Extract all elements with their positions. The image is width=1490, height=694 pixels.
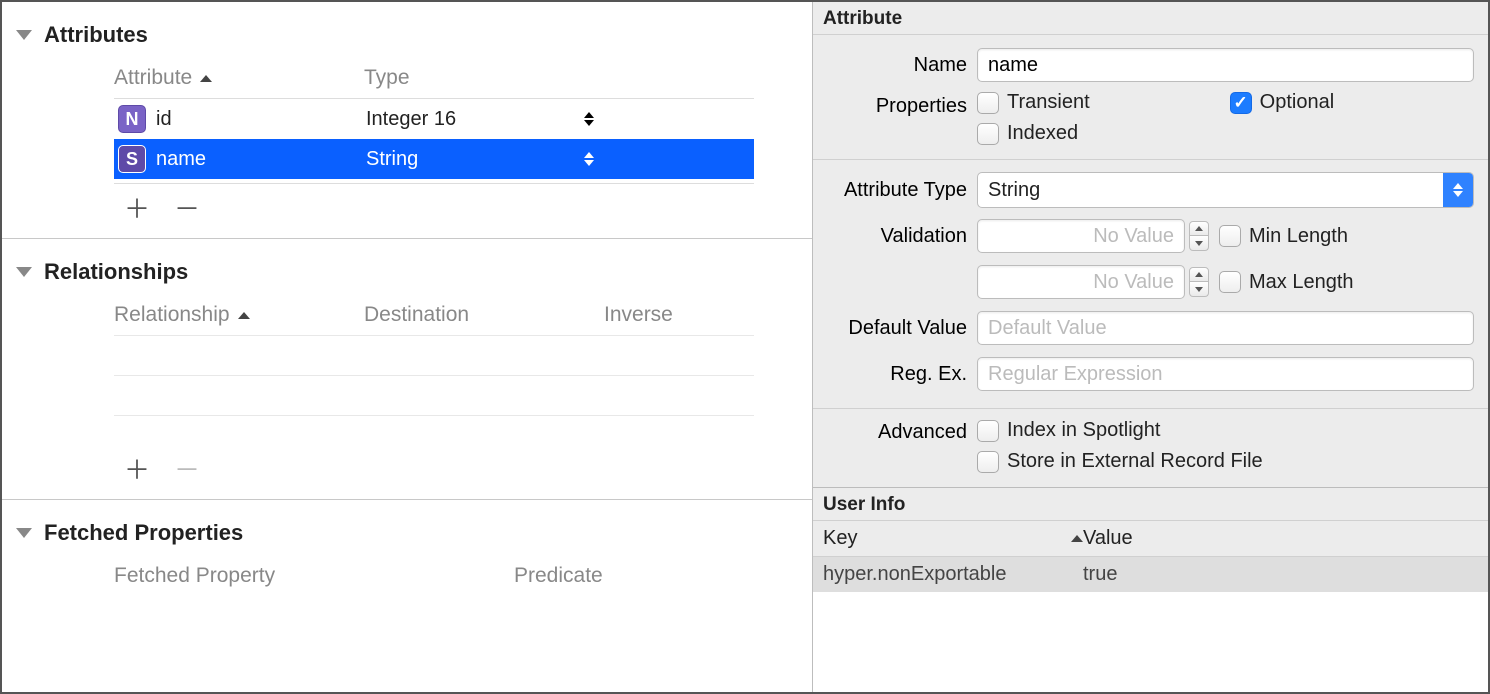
max-length-field[interactable] xyxy=(977,265,1185,299)
store-external-checkbox[interactable]: Store in External Record File xyxy=(977,450,1263,473)
left-panel: Attributes Attribute Type N id Integer xyxy=(2,2,812,692)
max-length-stepper[interactable] xyxy=(1189,267,1209,297)
attributes-col-attribute[interactable]: Attribute xyxy=(114,66,364,90)
min-length-checkbox[interactable]: Min Length xyxy=(1219,225,1348,248)
disclosure-down-icon xyxy=(16,267,32,277)
attributes-header[interactable]: Attributes xyxy=(2,2,812,54)
regex-label: Reg. Ex. xyxy=(823,363,977,386)
attribute-name: id xyxy=(156,108,172,131)
attribute-type-select[interactable]: String xyxy=(977,172,1474,208)
properties-label: Properties xyxy=(823,91,977,118)
optional-checkbox[interactable]: Optional xyxy=(1230,91,1335,114)
relationships-col-inverse[interactable]: Inverse xyxy=(604,303,754,327)
disclosure-down-icon xyxy=(16,30,32,40)
relationships-header[interactable]: Relationships xyxy=(2,239,812,291)
attributes-section: Attributes Attribute Type N id Integer xyxy=(2,2,812,239)
attribute-type-label: Attribute Type xyxy=(823,179,977,202)
default-value-field[interactable] xyxy=(977,311,1474,345)
fetched-col-predicate[interactable]: Predicate xyxy=(514,564,754,588)
userinfo-title: User Info xyxy=(813,488,1488,521)
userinfo-value: true xyxy=(1083,563,1478,586)
add-relationship-button[interactable]: ＋ xyxy=(124,457,150,483)
attributes-table: N id Integer 16 S name xyxy=(114,98,754,184)
max-length-checkbox[interactable]: Max Length xyxy=(1219,271,1354,294)
fetched-properties-title: Fetched Properties xyxy=(44,520,243,546)
min-length-stepper[interactable] xyxy=(1189,221,1209,251)
sort-ascending-icon xyxy=(200,75,212,82)
relationships-section: Relationships Relationship Destination I… xyxy=(2,239,812,500)
inspector-panel: Attribute Name Properties Transient xyxy=(812,2,1488,692)
regex-field[interactable] xyxy=(977,357,1474,391)
relationships-title: Relationships xyxy=(44,259,188,285)
sort-ascending-icon xyxy=(238,312,250,319)
fetched-col-property[interactable]: Fetched Property xyxy=(114,564,514,588)
remove-relationship-button[interactable]: － xyxy=(174,457,200,483)
advanced-label: Advanced xyxy=(823,419,977,444)
fetched-properties-section: Fetched Properties Fetched Property Pred… xyxy=(2,500,812,598)
table-row[interactable]: S name String xyxy=(114,139,754,179)
userinfo-key: hyper.nonExportable xyxy=(823,563,1083,586)
attribute-type: Integer 16 xyxy=(366,108,456,130)
validation-label: Validation xyxy=(823,225,977,248)
type-stepper-icon[interactable] xyxy=(584,112,594,126)
relationships-col-destination[interactable]: Destination xyxy=(364,303,604,327)
attribute-name: name xyxy=(156,148,206,171)
name-field[interactable] xyxy=(977,48,1474,82)
string-type-icon: S xyxy=(118,145,146,173)
remove-attribute-button[interactable]: － xyxy=(174,196,200,222)
userinfo-row[interactable]: hyper.nonExportable true xyxy=(813,557,1488,592)
relationships-col-relationship[interactable]: Relationship xyxy=(114,303,364,327)
table-row[interactable]: N id Integer 16 xyxy=(114,99,754,139)
attributes-title: Attributes xyxy=(44,22,148,48)
fetched-properties-header[interactable]: Fetched Properties xyxy=(2,500,812,552)
select-arrows-icon xyxy=(1443,173,1473,207)
sort-ascending-icon xyxy=(1071,535,1083,542)
indexed-checkbox[interactable]: Indexed xyxy=(977,122,1078,145)
userinfo-col-key[interactable]: Key xyxy=(823,527,1083,550)
number-type-icon: N xyxy=(118,105,146,133)
index-spotlight-checkbox[interactable]: Index in Spotlight xyxy=(977,419,1160,442)
attributes-col-type[interactable]: Type xyxy=(364,66,604,90)
transient-checkbox[interactable]: Transient xyxy=(977,91,1090,114)
add-attribute-button[interactable]: ＋ xyxy=(124,196,150,222)
default-value-label: Default Value xyxy=(823,317,977,340)
disclosure-down-icon xyxy=(16,528,32,538)
inspector-title: Attribute xyxy=(813,2,1488,35)
attribute-type: String xyxy=(366,148,418,170)
name-label: Name xyxy=(823,54,977,77)
type-stepper-icon[interactable] xyxy=(584,152,594,166)
min-length-field[interactable] xyxy=(977,219,1185,253)
userinfo-col-value[interactable]: Value xyxy=(1083,527,1478,550)
relationships-table xyxy=(114,335,754,445)
